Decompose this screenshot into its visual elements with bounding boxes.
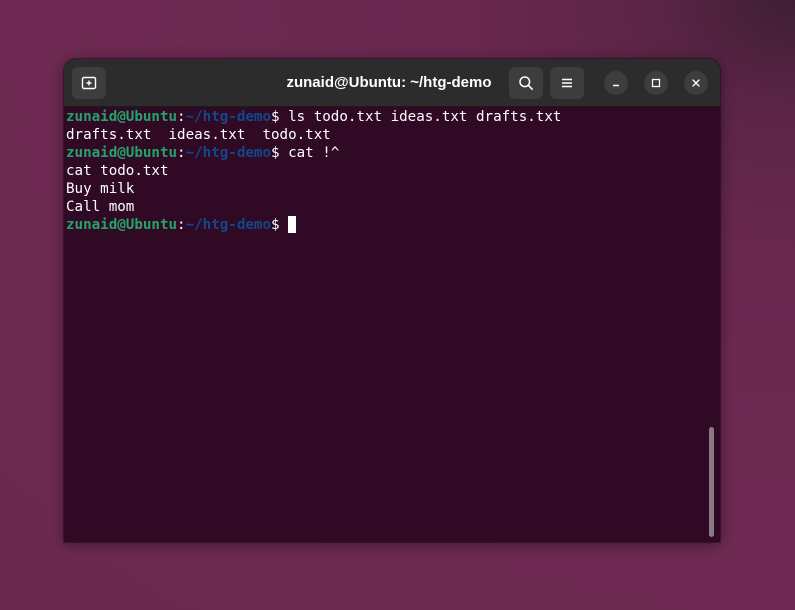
- maximize-icon: [651, 78, 661, 88]
- prompt-path: ~/htg-demo: [185, 217, 272, 233]
- new-tab-icon: [81, 75, 97, 91]
- close-icon: [691, 78, 701, 88]
- prompt-line: zunaid@Ubuntu:~/htg-demo$ ls todo.txt id…: [66, 108, 706, 126]
- prompt-path: ~/htg-demo: [185, 145, 272, 161]
- search-icon: [518, 75, 534, 91]
- maximize-button[interactable]: [644, 71, 668, 95]
- scrollbar[interactable]: [709, 427, 714, 537]
- window-title: zunaid@Ubuntu: ~/htg-demo: [286, 74, 492, 91]
- hamburger-menu-icon: [560, 76, 574, 90]
- command-text: [280, 217, 289, 233]
- terminal-output[interactable]: zunaid@Ubuntu:~/htg-demo$ ls todo.txt id…: [66, 108, 706, 538]
- close-button[interactable]: [684, 71, 708, 95]
- prompt-user: zunaid@Ubuntu: [66, 217, 178, 233]
- search-button[interactable]: [509, 67, 543, 99]
- terminal-window: zunaid@Ubuntu: ~/htg-demo zunaid@Ubuntu:…: [64, 59, 720, 542]
- prompt-colon: :: [177, 217, 186, 233]
- output-line: drafts.txt ideas.txt todo.txt: [66, 127, 331, 143]
- output-line: cat todo.txt: [66, 163, 169, 179]
- text-cursor: [288, 216, 297, 233]
- prompt-path: ~/htg-demo: [185, 109, 272, 125]
- output-line: Buy milk: [66, 181, 135, 197]
- prompt-symbol: $: [271, 145, 280, 161]
- prompt-line: zunaid@Ubuntu:~/htg-demo$ cat !^: [66, 144, 706, 162]
- prompt-symbol: $: [271, 109, 280, 125]
- title-bar[interactable]: zunaid@Ubuntu: ~/htg-demo: [64, 59, 720, 107]
- prompt-line: zunaid@Ubuntu:~/htg-demo$: [66, 216, 706, 234]
- output-line: Call mom: [66, 199, 135, 215]
- command-text: cat !^: [279, 145, 340, 161]
- prompt-symbol: $: [271, 217, 280, 233]
- new-tab-button[interactable]: [72, 67, 106, 99]
- prompt-colon: :: [177, 109, 186, 125]
- prompt-user: zunaid@Ubuntu: [66, 145, 178, 161]
- command-text: ls todo.txt ideas.txt drafts.txt: [279, 109, 562, 125]
- minimize-icon: [611, 78, 621, 88]
- prompt-user: zunaid@Ubuntu: [66, 109, 178, 125]
- menu-button[interactable]: [550, 67, 584, 99]
- minimize-button[interactable]: [604, 71, 628, 95]
- prompt-colon: :: [177, 145, 186, 161]
